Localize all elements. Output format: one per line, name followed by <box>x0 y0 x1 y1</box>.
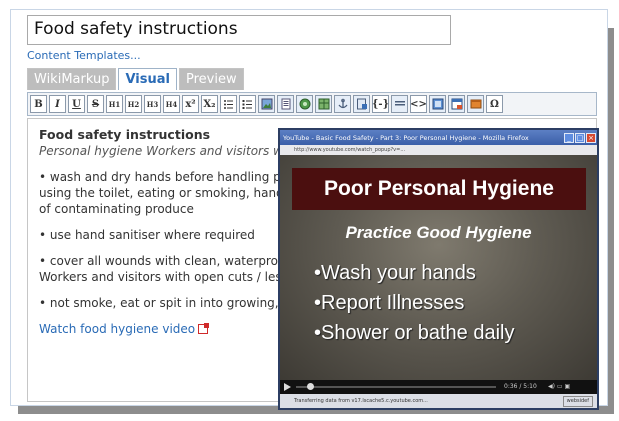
special-character-button[interactable]: Ω <box>486 95 503 113</box>
insert-library-button[interactable] <box>467 95 484 113</box>
horizontal-rule-icon <box>394 101 405 106</box>
status-bar: Transferring data from v17.lscache5.c.yo… <box>280 394 597 408</box>
page-icon <box>281 98 290 110</box>
slide-bullet-2: Report Illnesses <box>314 288 514 318</box>
insert-page-button[interactable] <box>277 95 294 113</box>
tab-preview[interactable]: Preview <box>178 68 244 90</box>
video-frame[interactable]: Poor Personal Hygiene Practice Good Hygi… <box>280 155 597 380</box>
slide-bullets: Wash your hands Report Illnesses Shower … <box>314 258 514 348</box>
tab-visual[interactable]: Visual <box>118 68 177 90</box>
library-icon <box>470 99 481 109</box>
italic-button[interactable]: I <box>49 95 66 113</box>
image-icon <box>261 98 272 110</box>
youtube-popup-window: YouTube - Basic Food Safety - Part 3: Po… <box>278 128 599 410</box>
status-text: Transferring data from v17.lscache5.c.yo… <box>294 398 428 404</box>
table-icon <box>318 98 329 110</box>
player-controls: 0:36 / 5:10 ◀) ▭ ▣ <box>280 380 597 394</box>
tab-wikimarkup[interactable]: WikiMarkup <box>27 68 117 90</box>
underline-button[interactable]: U <box>68 95 85 113</box>
superscript-button[interactable]: x² <box>182 95 199 113</box>
code-button[interactable]: <> <box>410 95 427 113</box>
heading4-button[interactable]: H4 <box>163 95 180 113</box>
link-icon <box>299 98 310 110</box>
widget-icon <box>432 98 443 110</box>
page-title-input[interactable]: Food safety instructions <box>27 15 451 45</box>
video-time: 0:36 / 5:10 <box>504 383 537 390</box>
numbered-list-icon <box>242 99 252 109</box>
slide-bullet-1: Wash your hands <box>314 258 514 288</box>
subscript-button[interactable]: X₂ <box>201 95 218 113</box>
heading2-button[interactable]: H2 <box>125 95 142 113</box>
insert-attachment-button[interactable] <box>353 95 370 113</box>
insert-macro-button[interactable]: {-} <box>372 95 389 113</box>
attachment-icon <box>356 98 367 110</box>
slide-subtitle: Practice Good Hygiene <box>345 223 532 242</box>
insert-table-button[interactable] <box>315 95 332 113</box>
slide-bullet-3: Shower or bathe daily <box>314 318 514 348</box>
content-templates-link[interactable]: Content Templates... <box>27 49 141 62</box>
heading1-button[interactable]: H1 <box>106 95 123 113</box>
insert-panel-button[interactable] <box>448 95 465 113</box>
editor-tabs: WikiMarkup Visual Preview <box>27 68 246 90</box>
status-right: websidef <box>562 396 593 407</box>
formatting-toolbar: B I U S H1 H2 H3 H4 x² X₂ {-} <> Ω <box>27 92 597 116</box>
anchor-icon <box>337 98 348 109</box>
external-link-icon <box>198 323 210 334</box>
maximize-icon[interactable]: □ <box>575 132 585 143</box>
horizontal-rule-button[interactable] <box>391 95 408 113</box>
insert-image-button[interactable] <box>258 95 275 113</box>
bullet-list-button[interactable] <box>220 95 237 113</box>
watch-video-link[interactable]: Watch food hygiene video <box>39 322 195 336</box>
panel-icon <box>451 98 462 110</box>
play-icon[interactable] <box>284 383 291 391</box>
insert-anchor-button[interactable] <box>334 95 351 113</box>
address-bar[interactable]: http://www.youtube.com/watch_popup?v=... <box>280 145 597 155</box>
bullet-list-icon <box>224 99 233 109</box>
window-title: YouTube - Basic Food Safety - Part 3: Po… <box>283 133 529 142</box>
bold-button[interactable]: B <box>30 95 47 113</box>
strikethrough-button[interactable]: S <box>87 95 104 113</box>
seek-bar[interactable] <box>296 386 496 388</box>
insert-widget-button[interactable] <box>429 95 446 113</box>
close-icon[interactable]: × <box>586 132 596 143</box>
insert-link-button[interactable] <box>296 95 313 113</box>
minimize-icon[interactable]: _ <box>564 132 574 143</box>
heading3-button[interactable]: H3 <box>144 95 161 113</box>
slide-title: Poor Personal Hygiene <box>324 177 554 200</box>
numbered-list-button[interactable] <box>239 95 256 113</box>
slide-banner: Poor Personal Hygiene <box>292 168 586 210</box>
player-icons[interactable]: ◀) ▭ ▣ <box>548 383 570 390</box>
window-titlebar: YouTube - Basic Food Safety - Part 3: Po… <box>280 130 597 145</box>
seek-handle[interactable] <box>307 383 314 390</box>
